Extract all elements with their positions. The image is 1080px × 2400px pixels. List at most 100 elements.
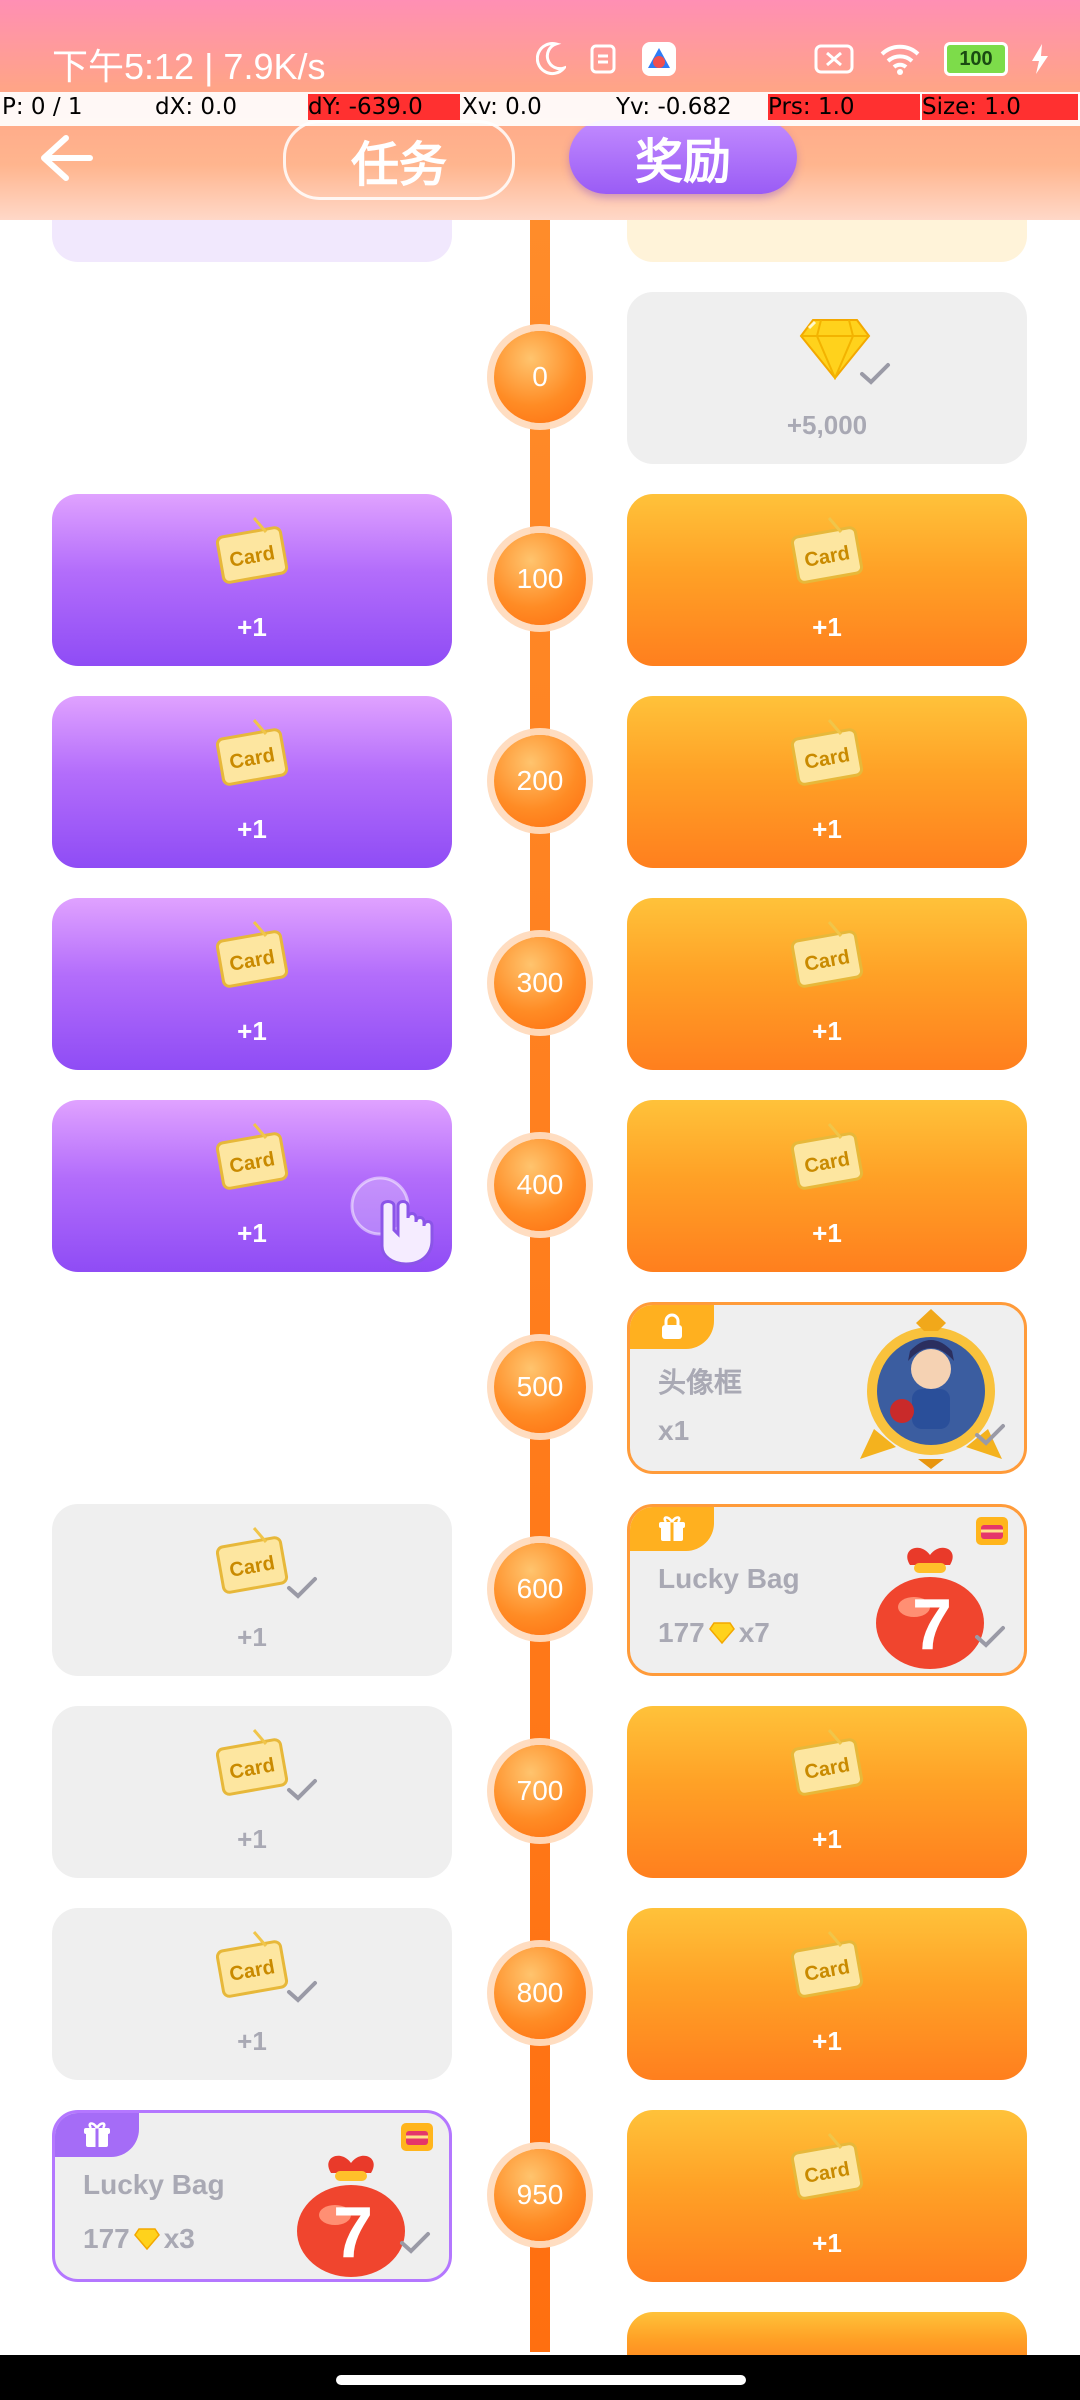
milestone-800: 800 bbox=[494, 1947, 586, 2039]
sim-icon bbox=[590, 44, 616, 74]
card-ticket-icon: Card bbox=[791, 1123, 864, 1190]
card-ticket-icon: Card bbox=[216, 1123, 289, 1190]
card-reward-800-left[interactable]: Card +1 bbox=[52, 1908, 452, 2080]
lock-icon bbox=[662, 1313, 682, 1339]
svg-text:7: 7 bbox=[333, 2193, 373, 2273]
debug-xv: Xv: 0.0 bbox=[462, 94, 542, 120]
lucky-bag-icon: 7 bbox=[297, 2155, 405, 2277]
avatar-frame-reward-card[interactable]: 头像框 x1 bbox=[627, 1302, 1027, 1474]
lucky-bag-reward-card-950[interactable]: Lucky Bag 177 x3 7 bbox=[52, 2110, 452, 2282]
lucky-bag-title: Lucky Bag bbox=[83, 2169, 225, 2200]
card-reward-100-right[interactable]: Card +1 bbox=[627, 494, 1027, 666]
diamond-icon bbox=[708, 1622, 735, 1644]
card-reward-200-right[interactable]: Card +1 bbox=[627, 696, 1027, 868]
card-ticket-icon: Card bbox=[216, 1729, 289, 1796]
gift-icon bbox=[84, 2122, 110, 2147]
milestone-700: 700 bbox=[494, 1745, 586, 1837]
card-amount: +1 bbox=[237, 1622, 267, 1652]
pointer-debug-overlay: P: 0 / 1 dX: 0.0 dY: -639.0 Xv: 0.0 Yv: … bbox=[0, 92, 1080, 126]
tab-rewards[interactable]: 奖励 bbox=[569, 120, 797, 194]
card-amount: +1 bbox=[237, 814, 267, 844]
card-reward-600-left[interactable]: Card +1 bbox=[52, 1504, 452, 1676]
check-icon bbox=[975, 1424, 1005, 1446]
debug-size: Size: 1.0 bbox=[922, 94, 1078, 120]
card-reward-700-right[interactable]: Card +1 bbox=[627, 1706, 1027, 1878]
avatar-frame-title: 头像框 bbox=[658, 1367, 743, 1398]
card-amount: +1 bbox=[812, 1218, 842, 1248]
gem-reward-card[interactable]: +5,000 bbox=[627, 292, 1027, 464]
no-sim-icon bbox=[814, 44, 854, 74]
status-time: 下午5:12 | 7.9K/s bbox=[52, 46, 326, 87]
battery-icon: 100 bbox=[944, 42, 1008, 76]
milestone-200: 200 bbox=[494, 735, 586, 827]
card-ticket-icon: Card bbox=[791, 1931, 864, 1998]
card-amount: +1 bbox=[812, 1016, 842, 1046]
check-icon bbox=[860, 363, 890, 385]
card-ticket-icon: Card bbox=[791, 1729, 864, 1796]
card-reward-400-left[interactable]: Card +1 bbox=[52, 1100, 452, 1272]
card-ticket-icon: Card bbox=[791, 921, 864, 988]
milestone-300: 300 bbox=[494, 937, 586, 1029]
check-icon bbox=[287, 1779, 317, 1801]
status-icons: 100 bbox=[536, 40, 1050, 78]
check-icon bbox=[287, 1577, 317, 1599]
lucky-bag-icon: 7 bbox=[876, 1547, 984, 1669]
card-amount: +1 bbox=[812, 1824, 842, 1854]
app-icon bbox=[642, 42, 676, 76]
charging-icon bbox=[1032, 44, 1048, 74]
card-amount: +1 bbox=[237, 1016, 267, 1046]
card-ticket-icon: Card bbox=[216, 921, 289, 988]
card-reward-100-left[interactable]: Card +1 bbox=[52, 494, 452, 666]
debug-prs: Prs: 1.0 bbox=[768, 94, 920, 120]
wifi-icon bbox=[880, 44, 920, 75]
card-ticket-icon: Card bbox=[216, 517, 289, 584]
card-amount: +1 bbox=[812, 814, 842, 844]
card-amount: +1 bbox=[237, 1824, 267, 1854]
milestone-950: 950 bbox=[494, 2149, 586, 2241]
lucky-bag-title: Lucky Bag bbox=[658, 1563, 800, 1594]
svg-text:7: 7 bbox=[912, 1585, 952, 1665]
card-reward-200-left[interactable]: Card +1 bbox=[52, 696, 452, 868]
header: 下午5:12 | 7.9K/s 100 P: 0 / 1 dX: 0.0 dY:… bbox=[0, 0, 1080, 220]
card-reward-800-right[interactable]: Card +1 bbox=[627, 1908, 1027, 2080]
diamond-icon bbox=[133, 2228, 160, 2250]
card-ticket-icon: Card bbox=[791, 719, 864, 786]
card-reward-950-right[interactable]: Card +1 bbox=[627, 2110, 1027, 2282]
debug-pointer-count: P: 0 / 1 bbox=[2, 94, 83, 120]
tap-hand-icon bbox=[350, 1176, 434, 1266]
card-reward-300-right[interactable]: Card +1 bbox=[627, 898, 1027, 1070]
status-bar: 下午5:12 | 7.9K/s 100 bbox=[0, 28, 1080, 88]
card-ticket-icon: Card bbox=[791, 2133, 864, 2200]
check-icon bbox=[975, 1626, 1005, 1648]
card-reward-300-left[interactable]: Card +1 bbox=[52, 898, 452, 1070]
card-amount: +1 bbox=[812, 2228, 842, 2258]
card-ticket-icon: Card bbox=[216, 1527, 289, 1594]
card-amount: +1 bbox=[237, 612, 267, 642]
card-reward-400-right[interactable]: Card +1 bbox=[627, 1100, 1027, 1272]
check-icon bbox=[400, 2232, 430, 2254]
moon-icon bbox=[536, 42, 566, 76]
check-icon bbox=[287, 1981, 317, 2003]
milestone-0: 0 bbox=[494, 331, 586, 423]
card-ticket-icon: Card bbox=[791, 517, 864, 584]
avatar-frame-count: x1 bbox=[658, 1415, 690, 1446]
milestone-100: 100 bbox=[494, 533, 586, 625]
gift-badge bbox=[630, 1507, 714, 1551]
milestone-400: 400 bbox=[494, 1139, 586, 1231]
lucky-bag-count: 177 x3 bbox=[83, 2223, 195, 2254]
tab-tasks[interactable]: 任务 bbox=[283, 120, 515, 200]
milestone-500: 500 bbox=[494, 1341, 586, 1433]
debug-dx: dX: 0.0 bbox=[155, 94, 237, 120]
lucky-bag-count: 177 x7 bbox=[658, 1617, 770, 1648]
back-arrow-icon[interactable] bbox=[30, 128, 98, 188]
debug-yv: Yv: -0.682 bbox=[616, 94, 732, 120]
card-ticket-icon: Card bbox=[216, 1931, 289, 1998]
card-amount: +1 bbox=[812, 2026, 842, 2056]
lucky-bag-reward-card-600[interactable]: Lucky Bag 177 x7 7 bbox=[627, 1504, 1027, 1676]
card-reward-700-left[interactable]: Card +1 bbox=[52, 1706, 452, 1878]
milestone-600: 600 bbox=[494, 1543, 586, 1635]
home-gesture-handle[interactable] bbox=[336, 2375, 746, 2385]
card-amount: +1 bbox=[237, 2026, 267, 2056]
gift-icon bbox=[659, 1516, 685, 1541]
card-amount: +1 bbox=[812, 612, 842, 642]
